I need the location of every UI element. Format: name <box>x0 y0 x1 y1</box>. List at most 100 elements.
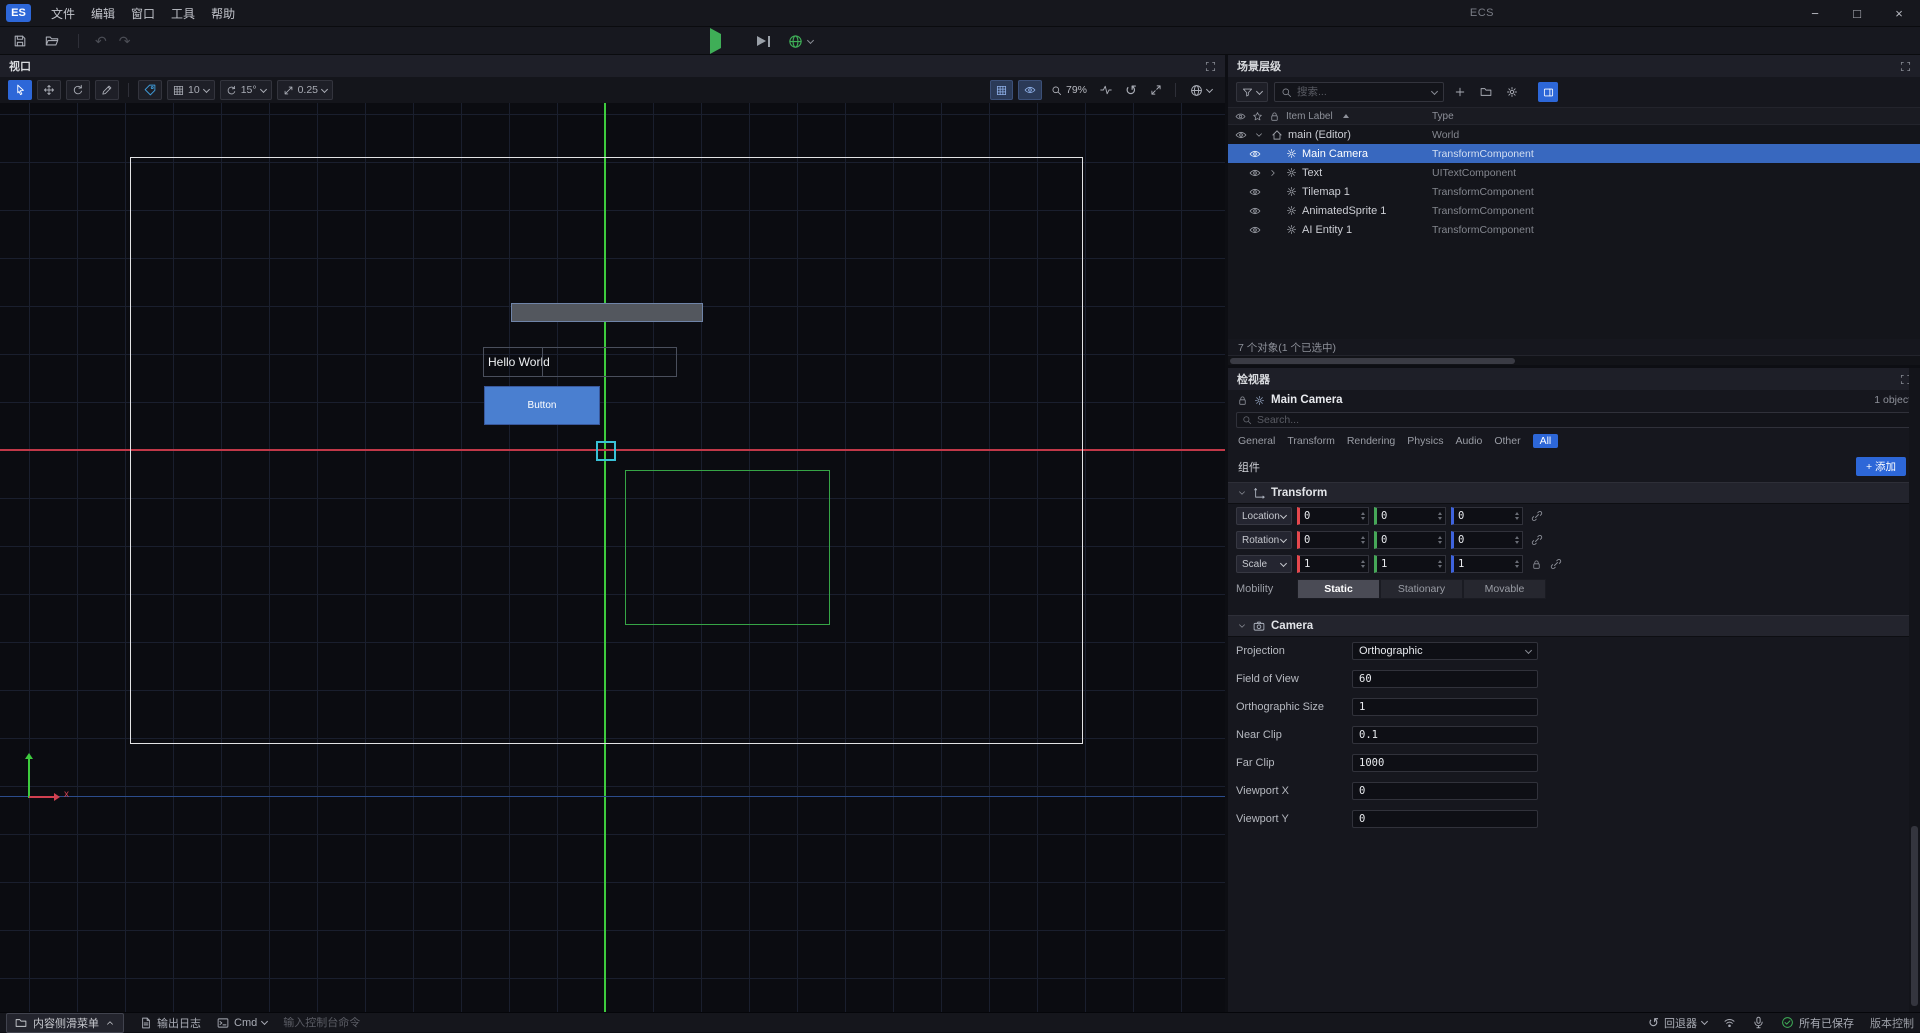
open-button[interactable] <box>42 31 62 51</box>
filter-dropdown[interactable] <box>1236 82 1268 102</box>
rotation-x-field[interactable]: 0 <box>1297 531 1369 549</box>
content-drawer-button[interactable]: 内容侧滑菜单 <box>6 1013 124 1033</box>
far-clip-field[interactable]: 1000 <box>1352 754 1538 772</box>
expand-toggle[interactable] <box>1266 168 1280 178</box>
visibility-toggle[interactable] <box>1248 224 1262 236</box>
entity-bounds-box[interactable] <box>625 470 830 625</box>
rotation-z-field[interactable]: 0 <box>1451 531 1523 549</box>
column-type[interactable]: Type <box>1432 111 1454 122</box>
lock-icon[interactable] <box>1531 559 1542 570</box>
spinner[interactable] <box>1515 536 1519 544</box>
orthographic-size-field[interactable]: 1 <box>1352 698 1538 716</box>
rotation-mode-dropdown[interactable]: Rotation <box>1236 531 1292 549</box>
location-mode-dropdown[interactable]: Location <box>1236 507 1292 525</box>
minimize-button[interactable]: − <box>1794 0 1836 27</box>
text-entity[interactable]: Hello World <box>483 347 677 377</box>
projection-dropdown[interactable]: Orthographic <box>1352 642 1538 660</box>
visibility-toggle[interactable] <box>1248 186 1262 198</box>
spinner[interactable] <box>1361 512 1365 520</box>
link-icon[interactable] <box>1531 510 1543 522</box>
undo-button[interactable]: ↶ <box>95 34 107 48</box>
hierarchy-hscrollbar[interactable] <box>1228 355 1920 365</box>
visibility-toggle[interactable] <box>1248 148 1262 160</box>
hierarchy-search[interactable] <box>1274 82 1444 102</box>
column-item-label[interactable]: Item Label <box>1286 111 1333 122</box>
menu-edit[interactable]: 编辑 <box>83 0 123 27</box>
visibility-toggle[interactable] <box>1248 167 1262 179</box>
inspector-search[interactable] <box>1236 412 1912 428</box>
panel-entity[interactable] <box>511 303 703 322</box>
edit-tool-button[interactable] <box>95 80 119 100</box>
redo-button[interactable]: ↷ <box>119 34 131 48</box>
version-control-button[interactable]: 版本控制 <box>1870 1015 1914 1031</box>
add-component-button[interactable]: + 添加 <box>1856 457 1906 476</box>
mobility-static-button[interactable]: Static <box>1297 579 1380 599</box>
tree-row-animatedsprite[interactable]: AnimatedSprite 1 TransformComponent <box>1228 201 1920 220</box>
visibility-toggle-button[interactable] <box>1018 80 1042 100</box>
transform-section-header[interactable]: Transform <box>1228 482 1920 504</box>
spinner[interactable] <box>1438 560 1442 568</box>
rotate-tool-button[interactable] <box>66 80 90 100</box>
location-y-field[interactable]: 0 <box>1374 507 1446 525</box>
location-z-field[interactable]: 0 <box>1451 507 1523 525</box>
rotation-y-field[interactable]: 0 <box>1374 531 1446 549</box>
tab-rendering[interactable]: Rendering <box>1347 435 1395 447</box>
scrollbar-thumb[interactable] <box>1230 358 1515 364</box>
mobility-movable-button[interactable]: Movable <box>1463 579 1546 599</box>
rollback-dropdown[interactable]: ↺ 回退器 <box>1648 1015 1707 1031</box>
menu-file[interactable]: 文件 <box>43 0 83 27</box>
spinner[interactable] <box>1438 536 1442 544</box>
grid-toggle-button[interactable] <box>990 80 1013 100</box>
expand-toggle[interactable] <box>1252 130 1266 140</box>
tree-row-main[interactable]: main (Editor) World <box>1228 125 1920 144</box>
tab-physics[interactable]: Physics <box>1407 435 1443 447</box>
hierarchy-settings-button[interactable] <box>1502 82 1522 102</box>
near-clip-field[interactable]: 0.1 <box>1352 726 1538 744</box>
tab-all[interactable]: All <box>1533 434 1559 448</box>
reset-view-button[interactable]: ↺ <box>1121 80 1141 100</box>
cmd-dropdown[interactable]: Cmd <box>217 1017 267 1029</box>
tree-row-tilemap[interactable]: Tilemap 1 TransformComponent <box>1228 182 1920 201</box>
tab-transform[interactable]: Transform <box>1287 435 1334 447</box>
tab-general[interactable]: General <box>1238 435 1275 447</box>
inspector-search-input[interactable] <box>1257 414 1906 426</box>
save-status[interactable]: 所有已保存 <box>1781 1015 1854 1031</box>
fullscreen-button[interactable] <box>1146 80 1166 100</box>
run-target-dropdown[interactable] <box>788 34 813 49</box>
location-x-field[interactable]: 0 <box>1297 507 1369 525</box>
field-of-view-field[interactable]: 60 <box>1352 670 1538 688</box>
panel-layout-button[interactable] <box>1538 82 1558 102</box>
step-button[interactable] <box>757 36 770 47</box>
spinner[interactable] <box>1438 512 1442 520</box>
tag-tool-button[interactable] <box>138 80 162 100</box>
button-entity[interactable]: Button <box>484 386 600 425</box>
maximize-button[interactable]: □ <box>1836 0 1878 27</box>
expand-panel-icon[interactable] <box>1205 61 1216 72</box>
spinner[interactable] <box>1515 512 1519 520</box>
menu-tools[interactable]: 工具 <box>163 0 203 27</box>
scale-mode-dropdown[interactable]: Scale <box>1236 555 1292 573</box>
scale-snap-dropdown[interactable]: 0.25 <box>277 80 333 100</box>
lock-icon[interactable] <box>1237 395 1248 406</box>
tree-row-main-camera[interactable]: Main Camera TransformComponent <box>1228 144 1920 163</box>
selection-box[interactable] <box>596 441 616 461</box>
menu-help[interactable]: 帮助 <box>203 0 243 27</box>
scale-x-field[interactable]: 1 <box>1297 555 1369 573</box>
tab-other[interactable]: Other <box>1494 435 1520 447</box>
scene-canvas[interactable]: Hello World Button x <box>0 103 1225 1012</box>
tree-row-text[interactable]: Text UITextComponent <box>1228 163 1920 182</box>
scale-y-field[interactable]: 1 <box>1374 555 1446 573</box>
network-status-button[interactable] <box>1723 1016 1736 1029</box>
add-entity-button[interactable] <box>1450 82 1470 102</box>
scale-z-field[interactable]: 1 <box>1451 555 1523 573</box>
menu-window[interactable]: 窗口 <box>123 0 163 27</box>
voice-button[interactable] <box>1752 1016 1765 1029</box>
console-command-input[interactable] <box>283 1017 453 1029</box>
link-icon[interactable] <box>1531 534 1543 546</box>
spinner[interactable] <box>1515 560 1519 568</box>
viewport-x-field[interactable]: 0 <box>1352 782 1538 800</box>
zoom-control[interactable]: 79% <box>1047 84 1091 96</box>
tree-row-ai-entity[interactable]: AI Entity 1 TransformComponent <box>1228 220 1920 239</box>
visibility-toggle[interactable] <box>1248 205 1262 217</box>
rotation-snap-dropdown[interactable]: 15° <box>220 80 272 100</box>
